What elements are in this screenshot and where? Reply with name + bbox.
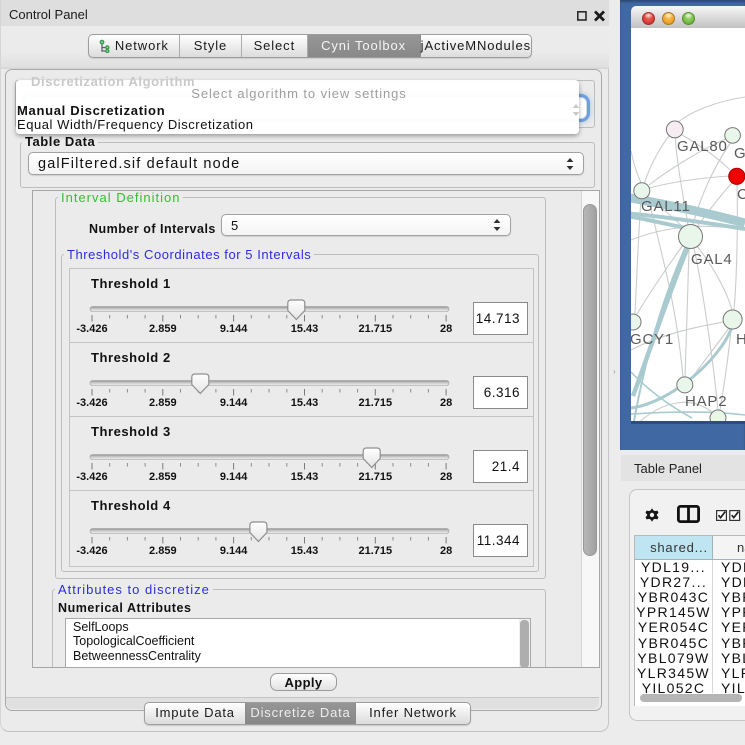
svg-text:C: C (737, 186, 745, 203)
svg-text:GAL4: GAL4 (691, 251, 733, 268)
svg-text:GAL2: GAL2 (734, 145, 745, 162)
svg-text:GAL80: GAL80 (677, 138, 728, 155)
svg-text:H: H (736, 331, 745, 348)
svg-text:GAL11: GAL11 (641, 198, 691, 215)
svg-text:HAP2: HAP2 (685, 393, 727, 410)
svg-text:GCY1: GCY1 (631, 331, 674, 348)
